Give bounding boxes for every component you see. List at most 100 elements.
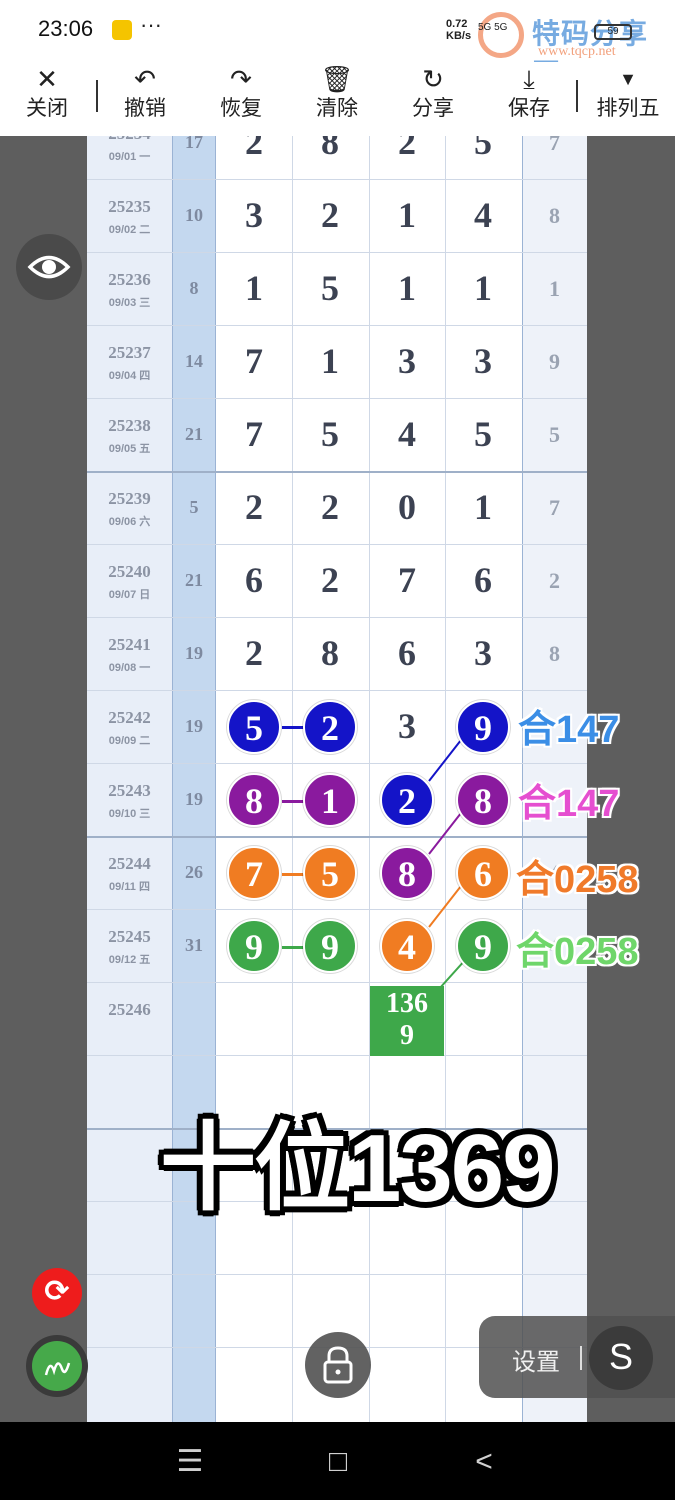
status-bar: 23:06 ··· 0.72 KB/s 5G 5G 特码分享网 www.tqcp… [0, 0, 675, 89]
ball-orange[interactable]: 7 [227, 846, 281, 900]
pen-tool-button[interactable] [26, 1335, 88, 1397]
status-time: 23:06 [38, 16, 94, 41]
digit-cell[interactable]: 6 [369, 617, 445, 690]
draw-row: 25235 09/02 二 10 3 2 1 4 8 [87, 179, 587, 252]
lottery-type-dropdown[interactable]: ▼ 排列五 [588, 62, 668, 136]
ball-green[interactable]: 9 [456, 919, 510, 973]
digit-cell[interactable]: 7 [369, 544, 445, 617]
save-button[interactable]: ⤓ 保存 [494, 62, 564, 136]
ball-blue[interactable]: 5 [227, 700, 281, 754]
app-notification-icon [112, 20, 132, 40]
digit-cell[interactable]: 7 [216, 398, 292, 471]
special-value: 9 [549, 349, 560, 374]
digit-cell[interactable]: 1 [216, 252, 292, 325]
digit-cell[interactable]: 2 [369, 136, 445, 179]
lock-button[interactable] [305, 1332, 371, 1398]
grid-line [87, 1274, 587, 1275]
ball-blue[interactable]: 2 [303, 700, 357, 754]
digit-cell[interactable]: 5 [445, 136, 521, 179]
digit-cell[interactable]: 2 [292, 471, 368, 544]
ball-purple[interactable]: 1 [303, 773, 357, 827]
prediction-cell: 136 9 [370, 986, 444, 1056]
special-value: 2 [549, 568, 560, 593]
digit-cell[interactable]: 8 [292, 617, 368, 690]
settings-divider [580, 1346, 582, 1370]
app-screen: 23:06 ··· 0.72 KB/s 5G 5G 特码分享网 www.tqcp… [0, 0, 675, 1500]
digit-cell[interactable]: 3 [445, 325, 521, 398]
trend-chart[interactable]: 2523409/01 一17282572523509/02 二103214825… [87, 136, 587, 1422]
digit-cell[interactable]: 8 [292, 136, 368, 179]
special-value: 1 [549, 276, 560, 301]
draw-row: 25237 09/04 四 14 7 1 3 3 9 [87, 325, 587, 398]
digit-cell[interactable]: 5 [292, 398, 368, 471]
ball-blue[interactable]: 2 [380, 773, 434, 827]
ball-orange[interactable]: 6 [456, 846, 510, 900]
digit-cell[interactable]: 2 [216, 136, 292, 179]
special-value: 8 [549, 203, 560, 228]
share-icon: ↻ [422, 64, 444, 94]
digit-cell[interactable]: 6 [445, 544, 521, 617]
redo-button[interactable]: ↷ 恢复 [206, 62, 276, 136]
digit-cell[interactable]: 2 [292, 179, 368, 252]
refresh-button[interactable]: ⟳ [32, 1268, 82, 1318]
undo-button[interactable]: ↶ 撤销 [110, 62, 180, 136]
refresh-icon: ⟳ [44, 1275, 70, 1308]
ball-green[interactable]: 9 [227, 919, 281, 973]
digit-cell[interactable]: 6 [216, 544, 292, 617]
ball-blue[interactable]: 9 [456, 700, 510, 754]
undo-label: 撤销 [124, 97, 166, 120]
prediction-line-2: 9 [400, 1020, 414, 1051]
ball-purple[interactable]: 8 [456, 773, 510, 827]
digit-cell[interactable]: 3 [216, 179, 292, 252]
sum-value: 19 [185, 716, 203, 736]
digit-cell[interactable]: 1 [369, 179, 445, 252]
digit-cell[interactable]: 1 [445, 252, 521, 325]
digit-cell[interactable]: 3 [445, 617, 521, 690]
digit-cell[interactable]: 4 [369, 398, 445, 471]
close-label: 关闭 [26, 97, 68, 120]
ball-orange[interactable]: 4 [380, 919, 434, 973]
issue-number: 25244 [108, 854, 151, 873]
ball-green[interactable]: 9 [303, 919, 357, 973]
sum-value: 14 [185, 351, 203, 371]
toggle-visibility-button[interactable] [16, 234, 82, 300]
digit-cell[interactable]: 3 [369, 690, 445, 763]
digit-cell[interactable]: 2 [216, 471, 292, 544]
ball-orange[interactable]: 5 [303, 846, 357, 900]
undo-icon: ↶ [134, 64, 156, 94]
ball-purple[interactable]: 8 [227, 773, 281, 827]
back-nav-button[interactable]: < [454, 1438, 514, 1486]
digit-cell[interactable]: 4 [445, 179, 521, 252]
digit-cell[interactable]: 5 [445, 398, 521, 471]
home-nav-button[interactable]: □ [308, 1438, 368, 1486]
issue-number: 25239 [108, 489, 151, 508]
s-button[interactable]: S [589, 1326, 653, 1390]
share-label: 分享 [412, 97, 454, 120]
share-button[interactable]: ↻ 分享 [398, 62, 468, 136]
digit-cell[interactable]: 0 [369, 471, 445, 544]
digit-cell[interactable]: 2 [216, 617, 292, 690]
digit-cell[interactable]: 7 [216, 325, 292, 398]
settings-button[interactable]: 设置 [512, 1342, 560, 1377]
ball-purple[interactable]: 8 [380, 846, 434, 900]
sum-value: 8 [189, 278, 199, 298]
toolbar-divider [96, 80, 98, 112]
issue-number: 25243 [108, 781, 151, 800]
sum-tag: 合147 [517, 782, 620, 826]
draw-date: 09/09 二 [108, 735, 151, 747]
digit-cell[interactable]: 1 [369, 252, 445, 325]
clear-button[interactable]: 🗑 清除 [302, 62, 372, 136]
digit-cell[interactable]: 1 [445, 471, 521, 544]
digit-cell[interactable]: 2 [292, 544, 368, 617]
close-button[interactable]: ✕ 关闭 [12, 62, 82, 136]
special-value: 5 [549, 422, 560, 447]
menu-nav-button[interactable]: ☰ [160, 1438, 220, 1486]
digit-cell[interactable]: 3 [369, 325, 445, 398]
special-value [522, 982, 587, 1055]
sum-value: 19 [185, 789, 203, 809]
digit-cell[interactable]: 1 [292, 325, 368, 398]
digit-cell[interactable]: 5 [292, 252, 368, 325]
draw-row: 25238 09/05 五 21 7 5 4 5 5 [87, 398, 587, 471]
sum-value: 26 [185, 862, 203, 882]
redo-label: 恢复 [220, 97, 262, 120]
